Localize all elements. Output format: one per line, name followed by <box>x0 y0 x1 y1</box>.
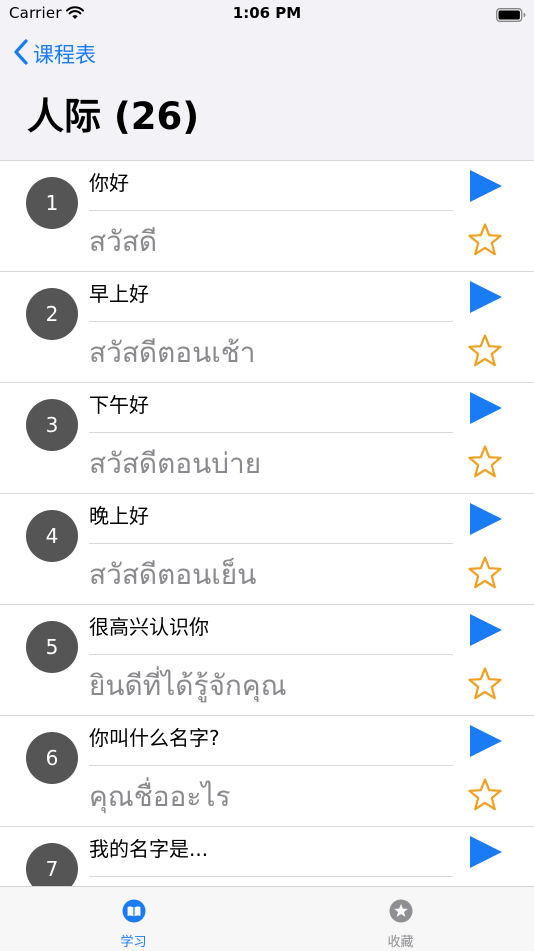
tab-bar: 学习 收藏 <box>0 886 534 951</box>
tab-favorites[interactable]: 收藏 <box>267 887 534 951</box>
play-icon <box>470 170 502 202</box>
play-icon <box>470 836 502 868</box>
thai-text: สวัสดีตอนเช้า <box>89 336 256 369</box>
phrase-row[interactable]: 7 我的名字是... <box>0 827 534 886</box>
phrase-list[interactable]: 1 你好 สวัสดี 2 早上好 สวัสดีตอนเช้า 3 下午好 สว… <box>0 161 534 886</box>
play-icon <box>470 725 502 757</box>
row-divider <box>89 765 453 766</box>
tab-learn-label: 学习 <box>120 935 147 950</box>
star-outline-icon <box>468 334 502 367</box>
chinese-text: 我的名字是... <box>89 837 209 861</box>
phrase-number: 2 <box>26 288 78 340</box>
phrase-number: 1 <box>26 177 78 229</box>
phrase-row[interactable]: 3 下午好 สวัสดีตอนบ่าย <box>0 383 534 494</box>
phrase-number: 5 <box>26 621 78 673</box>
chinese-text: 下午好 <box>89 393 149 417</box>
phrase-row[interactable]: 1 你好 สวัสดี <box>0 161 534 272</box>
phrase-number: 3 <box>26 399 78 451</box>
clock: 1:06 PM <box>232 4 302 22</box>
chinese-text: 早上好 <box>89 282 149 306</box>
star-circle-icon <box>389 899 412 923</box>
star-outline-icon <box>468 778 502 811</box>
thai-text: สวัสดี <box>89 225 158 258</box>
favorite-button[interactable] <box>467 777 503 813</box>
play-button[interactable] <box>468 390 504 426</box>
star-outline-icon <box>468 445 502 478</box>
back-label: 课程表 <box>33 43 96 67</box>
chinese-text: 你叫什么名字? <box>89 726 220 750</box>
phrase-row[interactable]: 2 早上好 สวัสดีตอนเช้า <box>0 272 534 383</box>
thai-text: ยินดีที่ได้รู้จักคุณ <box>89 669 287 702</box>
tab-learn[interactable]: 学习 <box>0 887 267 951</box>
row-divider <box>89 321 453 322</box>
phrase-number: 7 <box>26 843 78 886</box>
battery-icon <box>496 7 526 26</box>
star-outline-icon <box>468 556 502 589</box>
favorite-button[interactable] <box>467 444 503 480</box>
row-divider <box>89 432 453 433</box>
play-button[interactable] <box>468 723 504 759</box>
status-bar: Carrier 1:06 PM <box>0 0 534 28</box>
chinese-text: 晚上好 <box>89 504 149 528</box>
play-icon <box>470 614 502 646</box>
phrase-number: 4 <box>26 510 78 562</box>
chinese-text: 你好 <box>89 171 129 195</box>
favorite-button[interactable] <box>467 222 503 258</box>
phrase-row[interactable]: 6 你叫什么名字? คุณชื่ออะไร <box>0 716 534 827</box>
play-button[interactable] <box>468 168 504 204</box>
chevron-left-icon <box>14 39 28 69</box>
thai-text: คุณชื่ออะไร <box>89 780 231 813</box>
thai-text: สวัสดีตอนบ่าย <box>89 447 262 480</box>
play-icon <box>470 503 502 535</box>
play-button[interactable] <box>468 834 504 870</box>
play-button[interactable] <box>468 279 504 315</box>
navigation-bar: 课程表 人际 (26) <box>0 28 534 161</box>
play-button[interactable] <box>468 501 504 537</box>
favorite-button[interactable] <box>467 333 503 369</box>
tab-favorites-label: 收藏 <box>387 935 414 950</box>
favorite-button[interactable] <box>467 666 503 702</box>
chinese-text: 很高兴认识你 <box>89 615 209 639</box>
star-outline-icon <box>468 223 502 256</box>
thai-text: สวัสดีตอนเย็น <box>89 558 257 591</box>
phrase-row[interactable]: 5 很高兴认识你 ยินดีที่ได้รู้จักคุณ <box>0 605 534 716</box>
phrase-row[interactable]: 4 晚上好 สวัสดีตอนเย็น <box>0 494 534 605</box>
book-icon <box>122 899 145 923</box>
page-title: 人际 (26) <box>27 95 200 138</box>
favorite-button[interactable] <box>467 555 503 591</box>
row-divider <box>89 654 453 655</box>
phrase-number: 6 <box>26 732 78 784</box>
play-icon <box>470 281 502 313</box>
row-divider <box>89 543 453 544</box>
row-divider <box>89 210 453 211</box>
back-button[interactable]: 课程表 <box>14 38 96 70</box>
star-outline-icon <box>468 667 502 700</box>
play-button[interactable] <box>468 612 504 648</box>
play-icon <box>470 392 502 424</box>
row-divider <box>89 876 453 877</box>
